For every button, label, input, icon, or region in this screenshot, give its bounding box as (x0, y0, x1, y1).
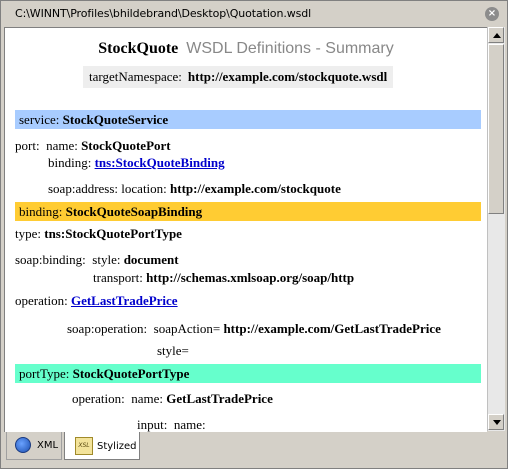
soap-operation-label: soap:operation: (67, 321, 148, 336)
service-name: StockQuoteService (62, 112, 169, 127)
service-label: service: (19, 112, 60, 127)
globe-icon (15, 437, 31, 453)
tab-xml-label: XML (37, 440, 59, 451)
xsl-icon: XSL (75, 437, 93, 455)
transport-row: transport: http://schemas.xmlsoap.org/so… (93, 270, 354, 286)
operation-link[interactable]: GetLastTradePrice (71, 293, 178, 308)
service-band: service: StockQuoteService (15, 110, 481, 129)
scroll-up-button[interactable] (488, 27, 504, 43)
window-title: C:\WINNT\Profiles\bhildebrand\Desktop\Qu… (15, 7, 312, 20)
porttype-band: portType: StockQuotePortType (15, 364, 481, 383)
binding-type-row: type: tns:StockQuotePortType (15, 226, 182, 242)
scroll-up-icon (493, 33, 501, 38)
type-label: type: (15, 226, 41, 241)
window: C:\WINNT\Profiles\bhildebrand\Desktop\Qu… (0, 0, 508, 469)
target-namespace: targetNamespace: http://example.com/stock… (83, 66, 394, 88)
porttype-name: StockQuotePortType (72, 366, 190, 381)
port-binding-label: binding: (48, 155, 92, 170)
port-row: port: name: StockQuotePort (15, 138, 171, 154)
pt-operation-label: operation: (72, 391, 125, 406)
binding-link[interactable]: tns:StockQuoteBinding (95, 155, 225, 170)
definitions-name: StockQuote (98, 40, 179, 57)
porttype-label: portType: (19, 366, 70, 381)
transport-label: transport: (93, 270, 143, 285)
soap-address-row: soap:address: location: http://example.c… (48, 181, 341, 197)
view-tabs: XML XSL Stylized (4, 432, 504, 466)
port-binding-row: binding: tns:StockQuoteBinding (48, 155, 225, 171)
binding-band: binding: StockQuoteSoapBinding (15, 202, 481, 221)
scroll-down-icon (493, 420, 501, 425)
tab-stylized[interactable]: XSL Stylized (64, 432, 140, 460)
tns-label: targetNamespace: (89, 69, 182, 84)
binding-label: binding: (19, 204, 63, 219)
operation-label: operation: (15, 293, 68, 308)
scroll-thumb[interactable] (488, 44, 504, 214)
porttype-operation-row: operation: name: GetLastTradePrice (72, 391, 273, 407)
document-view: StockQuote WSDL Definitions - Summary ta… (4, 27, 487, 432)
title-bar: C:\WINNT\Profiles\bhildebrand\Desktop\Qu… (3, 3, 505, 27)
input-name-label: name: (173, 417, 206, 432)
style-label: style: (92, 252, 121, 267)
port-name: StockQuotePort (81, 138, 171, 153)
type-value: tns:StockQuotePortType (44, 226, 182, 241)
operation-row: operation: GetLastTradePrice (15, 293, 178, 309)
port-name-label: name: (46, 138, 78, 153)
page-title: StockQuote WSDL Definitions - Summary (5, 40, 487, 58)
style-value: document (123, 252, 179, 267)
soap-action-value: http://example.com/GetLastTradePrice (223, 321, 441, 336)
transport-value: http://schemas.xmlsoap.org/soap/http (146, 270, 355, 285)
close-icon[interactable]: × (485, 7, 499, 21)
scroll-down-button[interactable] (488, 414, 504, 430)
port-label: port: (15, 138, 40, 153)
style-eq-row: style= (157, 343, 189, 359)
soap-operation-row: soap:operation: soapAction= http://examp… (67, 321, 441, 337)
tns-value: http://example.com/stockquote.wsdl (187, 69, 388, 84)
soap-address-label: soap:address: (48, 181, 119, 196)
vertical-scrollbar[interactable] (487, 27, 505, 431)
soap-action-label: soapAction= (153, 321, 221, 336)
porttype-input-row: input: name: (137, 417, 206, 432)
definitions-subtitle: WSDL Definitions - Summary (186, 40, 394, 57)
tab-xml[interactable]: XML (6, 432, 62, 460)
tab-stylized-label: Stylized (97, 441, 137, 452)
soap-binding-label: soap:binding: (15, 252, 86, 267)
pt-operation-name: GetLastTradePrice (166, 391, 273, 406)
input-label: input: (137, 417, 168, 432)
location-value: http://example.com/stockquote (170, 181, 341, 196)
binding-name: StockQuoteSoapBinding (65, 204, 203, 219)
pt-name-label: name: (131, 391, 163, 406)
style-eq-label: style= (157, 343, 189, 358)
location-label: location: (121, 181, 167, 196)
soap-binding-row: soap:binding: style: document (15, 252, 179, 268)
